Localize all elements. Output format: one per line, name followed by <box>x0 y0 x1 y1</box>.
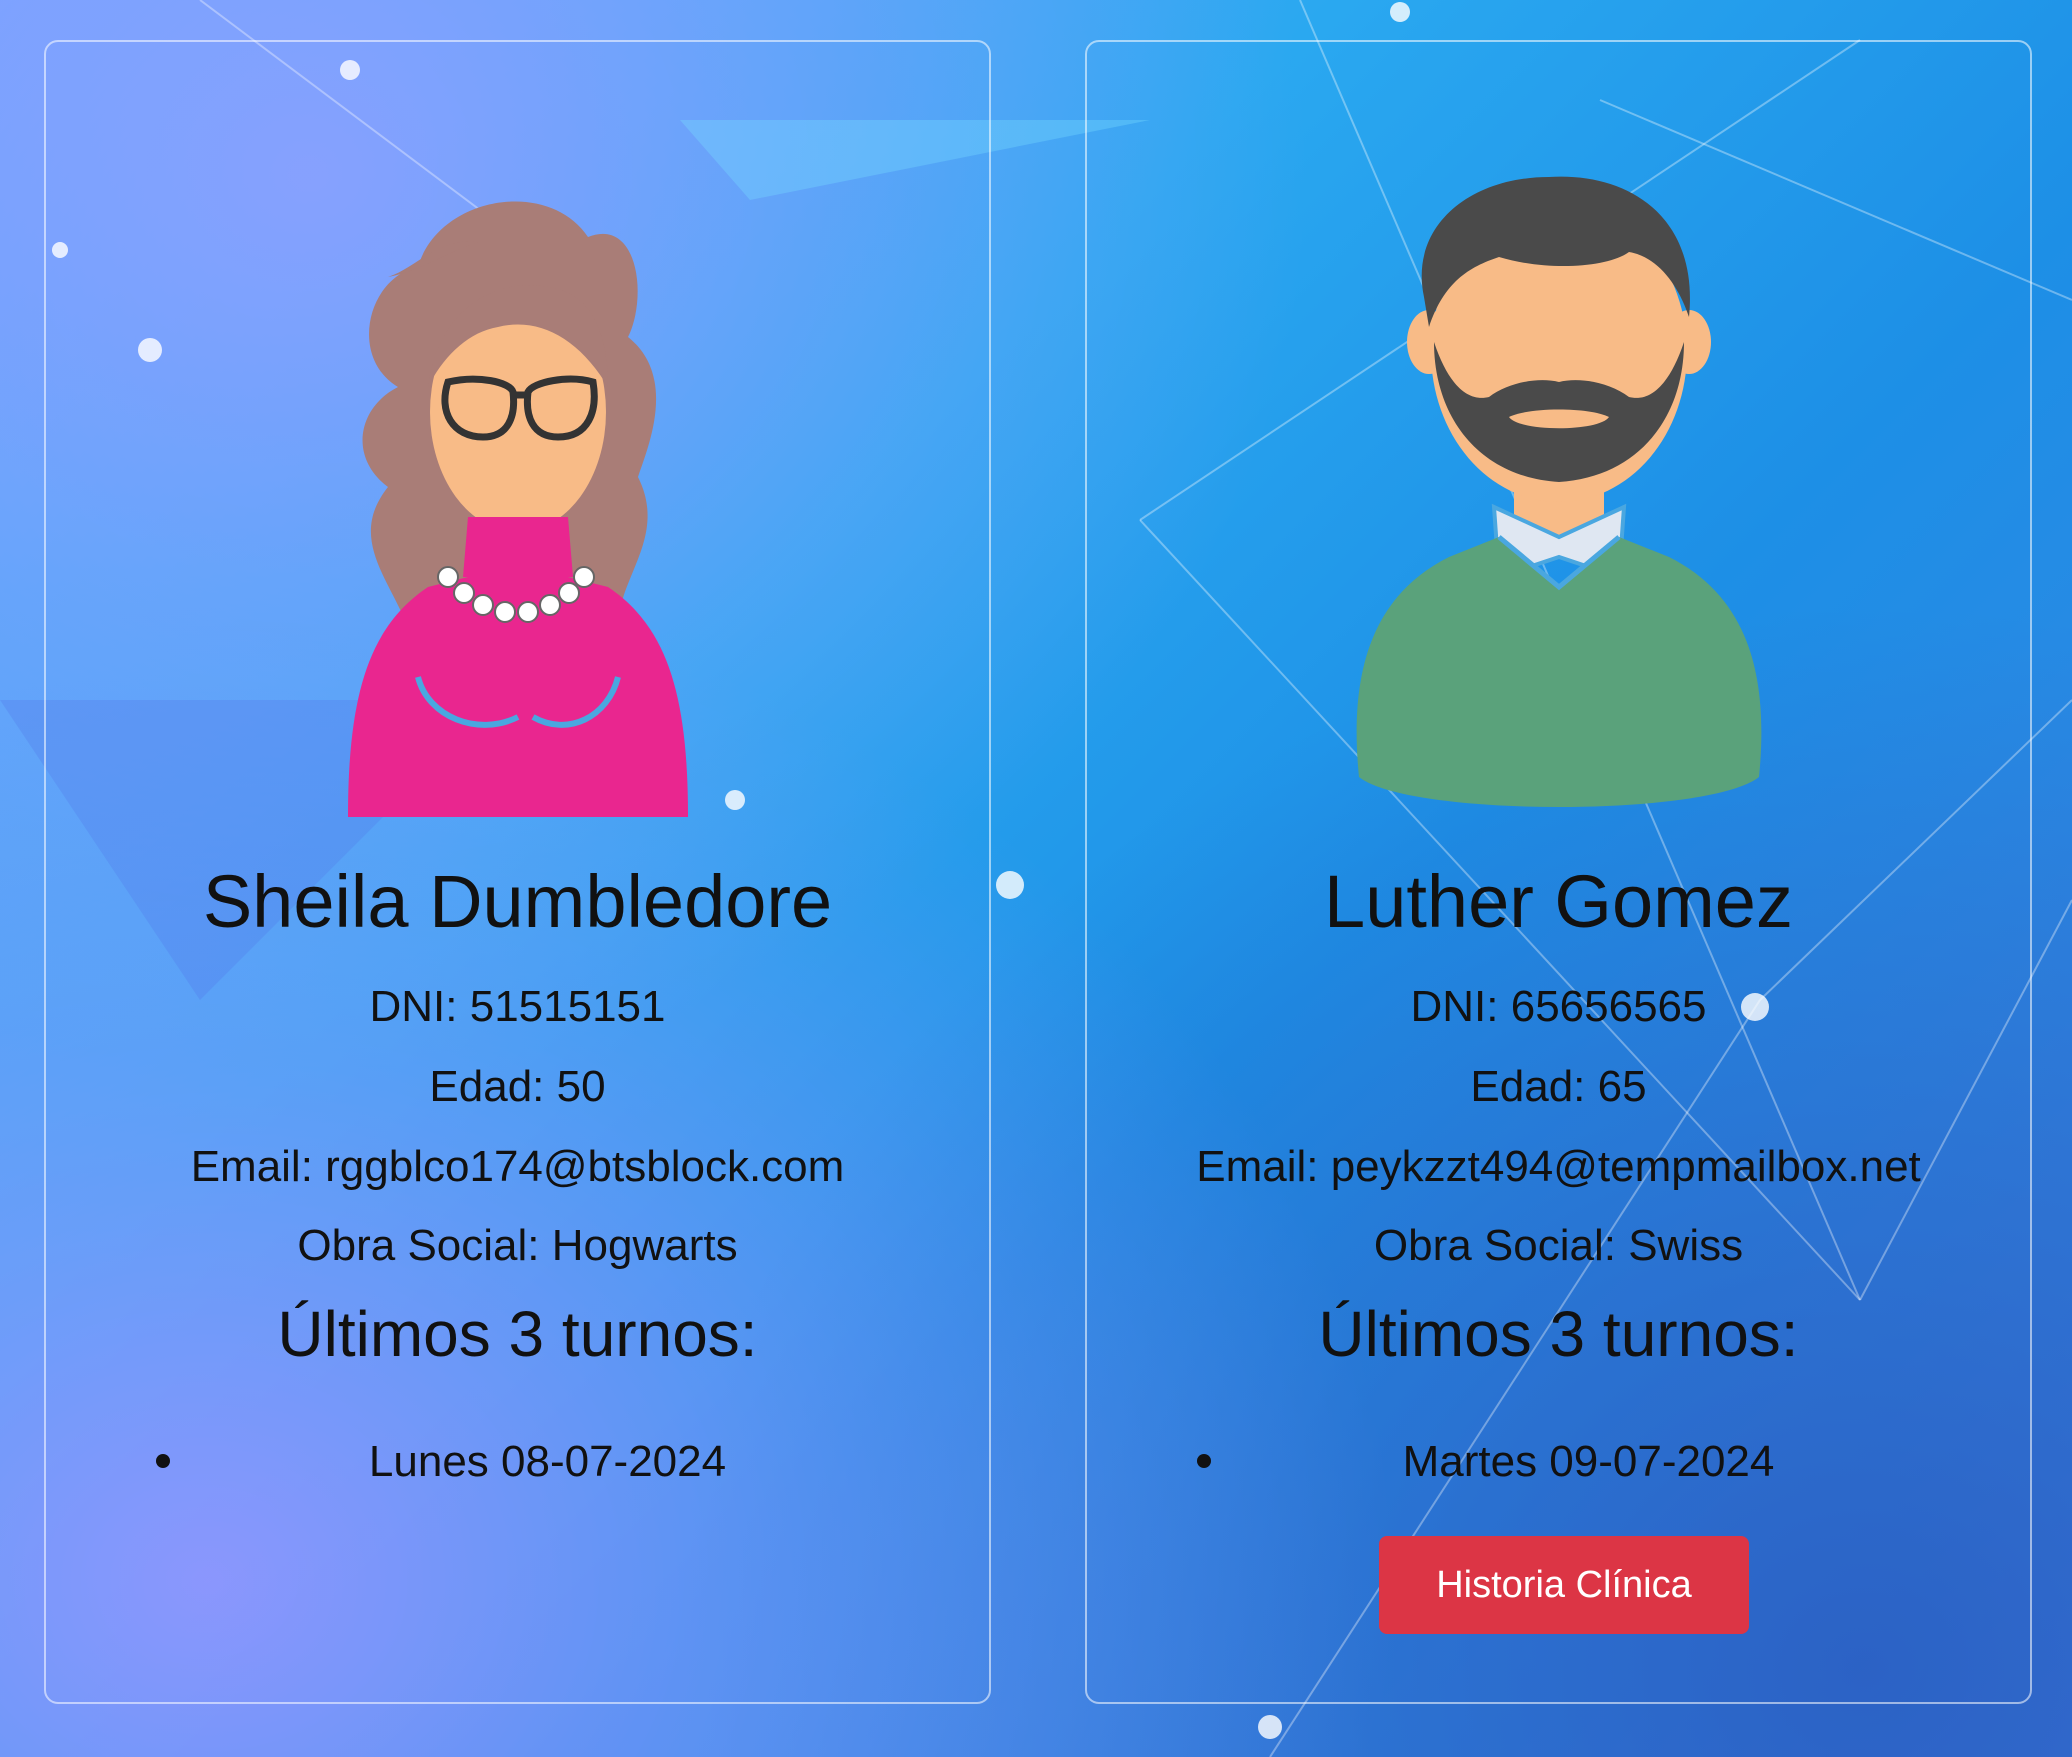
historia-clinica-button[interactable]: Historia Clínica <box>1379 1536 1749 1634</box>
patient-email: Email: peykzzt494@tempmailbox.net <box>1196 1142 1921 1191</box>
patient-card-luther: Luther Gomez DNI: 65656565 Edad: 65 Emai… <box>1085 40 2032 1704</box>
patient-email: Email: rggblco174@btsblock.com <box>190 1142 845 1191</box>
patient-name: Luther Gomez <box>1324 860 1793 943</box>
turno-date: Lunes 08-07-2024 <box>368 1437 727 1486</box>
patient-dni: DNI: 51515151 <box>369 982 666 1031</box>
list-item: Lunes 08-07-2024 <box>46 1432 989 1502</box>
turnos-list: Lunes 08-07-2024 <box>46 1432 989 1502</box>
patient-obra-social: Obra Social: Hogwarts <box>297 1221 738 1270</box>
man-avatar-icon <box>1087 157 2030 817</box>
patient-age: Edad: 65 <box>1470 1062 1647 1111</box>
list-item: Martes 09-07-2024 <box>1087 1432 2030 1502</box>
turnos-list: Martes 09-07-2024 <box>1087 1432 2030 1502</box>
turnos-title: Últimos 3 turnos: <box>277 1298 758 1370</box>
woman-avatar-icon <box>46 157 989 817</box>
turnos-title: Últimos 3 turnos: <box>1318 1298 1799 1370</box>
turno-date: Martes 09-07-2024 <box>1402 1437 1775 1486</box>
patient-name: Sheila Dumbledore <box>202 860 833 943</box>
patient-age: Edad: 50 <box>429 1062 606 1111</box>
patient-obra-social: Obra Social: Swiss <box>1373 1221 1744 1270</box>
patient-card-sheila: Sheila Dumbledore DNI: 51515151 Edad: 50… <box>44 40 991 1704</box>
patient-dni: DNI: 65656565 <box>1410 982 1707 1031</box>
